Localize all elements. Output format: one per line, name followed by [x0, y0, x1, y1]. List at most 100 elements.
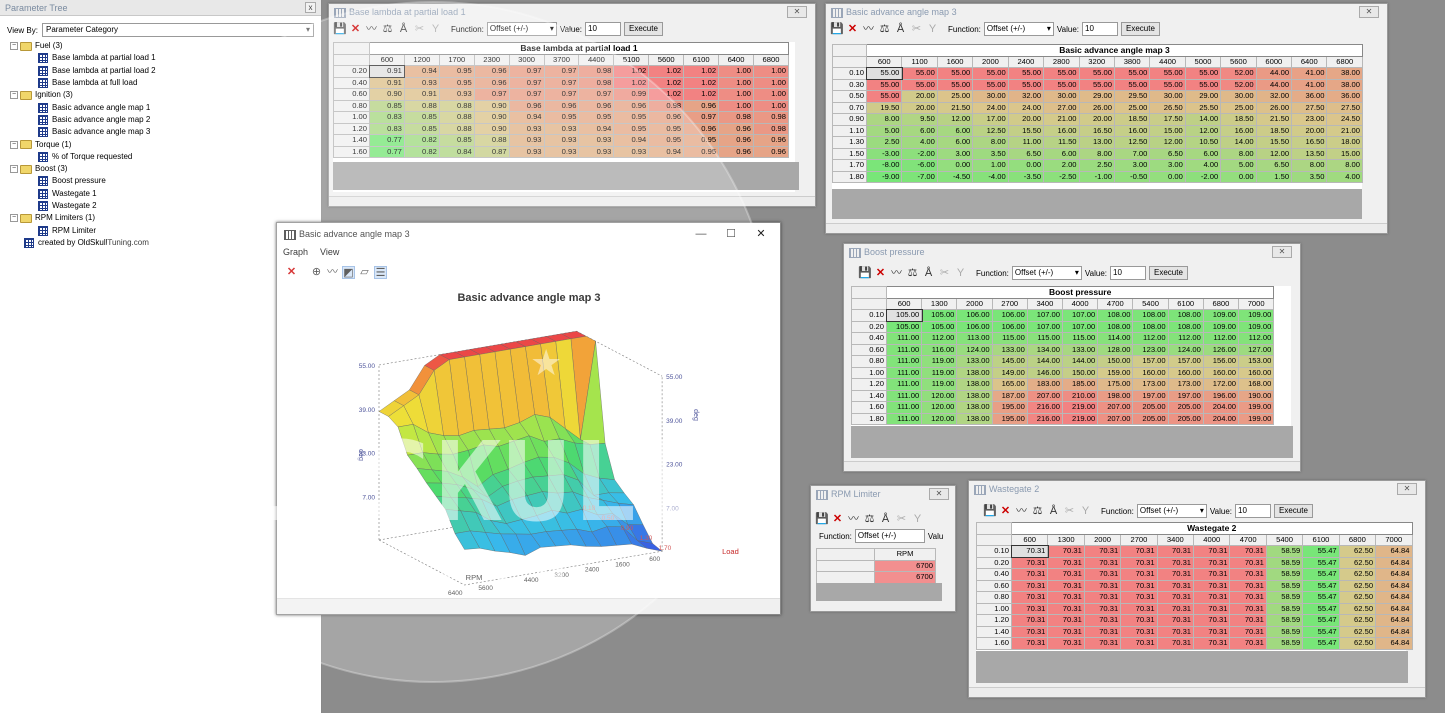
map-cell[interactable]: 1.00: [718, 88, 754, 101]
map-cell[interactable]: 70.31: [1120, 625, 1158, 638]
surface-plot[interactable]: Basic advance angle map 3 55.00 39.00 23.0…: [279, 285, 780, 599]
close-icon[interactable]: x: [305, 2, 316, 13]
map-cell[interactable]: 109.00: [1202, 309, 1240, 322]
tree-node[interactable]: Base lambda at partial load 1: [0, 52, 321, 64]
map-cell[interactable]: 58.59: [1265, 545, 1304, 558]
map-cell[interactable]: 204.00: [1202, 401, 1240, 414]
map-cell[interactable]: 70.31: [1010, 602, 1049, 615]
map-cell[interactable]: 0.97: [508, 65, 545, 78]
close-icon[interactable]: ✕: [929, 488, 949, 500]
map-cell[interactable]: 13.00: [1078, 136, 1115, 149]
map-cell[interactable]: 138.00: [956, 366, 993, 379]
map-cell[interactable]: -8.00: [865, 159, 903, 172]
map-cell[interactable]: 13.50: [1291, 147, 1328, 160]
map-cell[interactable]: 138.00: [956, 378, 993, 391]
map-cell[interactable]: 70.31: [1156, 614, 1195, 627]
map-cell[interactable]: 16.00: [1043, 124, 1080, 137]
tree-node[interactable]: created by OldSkullTuning.com: [0, 237, 321, 249]
map-cell[interactable]: 0.97: [473, 88, 510, 101]
map-cell[interactable]: 183.00: [1026, 378, 1064, 391]
map-cell[interactable]: 187.00: [991, 389, 1028, 402]
map-cell[interactable]: 0.94: [648, 145, 685, 158]
map-cell[interactable]: 107.00: [1026, 309, 1064, 322]
map-cell[interactable]: 0.96: [473, 65, 510, 78]
map-cell[interactable]: 0.98: [752, 122, 790, 135]
map-cell[interactable]: 6.50: [1149, 147, 1186, 160]
map-cell[interactable]: 64.84: [1375, 637, 1413, 650]
map-cell[interactable]: 1.00: [718, 99, 754, 112]
map-cell[interactable]: 70.31: [1010, 568, 1049, 581]
map-cell[interactable]: 0.97: [508, 88, 545, 101]
map-cell[interactable]: 70.31: [1083, 579, 1122, 592]
tree-node[interactable]: − Fuel (3): [0, 40, 321, 52]
map-cell[interactable]: 64.84: [1375, 579, 1413, 592]
map-cell[interactable]: 0.85: [403, 122, 440, 135]
map-cell[interactable]: 70.31: [1156, 568, 1195, 581]
map-cell[interactable]: 70.31: [1120, 614, 1158, 627]
map-cell[interactable]: 58.59: [1265, 568, 1304, 581]
map-cell[interactable]: 55.00: [1043, 67, 1080, 80]
filter-icon[interactable]: Y: [429, 23, 442, 36]
map-cell[interactable]: 0.00: [936, 159, 974, 172]
collapse-icon[interactable]: −: [10, 165, 18, 174]
map-cell[interactable]: 55.00: [1043, 78, 1080, 91]
menu-graph[interactable]: Graph: [283, 245, 308, 259]
map-cell[interactable]: 219.00: [1062, 401, 1099, 414]
tree-node[interactable]: Boost pressure: [0, 175, 321, 187]
value-input[interactable]: 10: [585, 22, 621, 36]
filter-icon[interactable]: Y: [1079, 505, 1092, 518]
map-cell[interactable]: 1.00: [752, 88, 790, 101]
map-cell[interactable]: 41.00: [1291, 78, 1328, 91]
line-graph-icon[interactable]: 〰: [326, 266, 339, 279]
map-cell[interactable]: 0.93: [578, 145, 615, 158]
value-input[interactable]: 10: [1110, 266, 1146, 280]
map-cell[interactable]: 106.00: [956, 309, 993, 322]
map-cell[interactable]: 119.00: [921, 366, 958, 379]
map-cell[interactable]: 1.02: [683, 76, 720, 89]
map-cell[interactable]: 70.31: [1083, 602, 1122, 615]
map-cell[interactable]: 3.50: [972, 147, 1009, 160]
filter-icon[interactable]: Y: [911, 513, 924, 526]
map-cell[interactable]: 70.31: [1193, 637, 1231, 650]
map-cell[interactable]: 0.88: [473, 134, 510, 147]
map-cell[interactable]: 133.00: [956, 355, 993, 368]
map-cell[interactable]: 1.02: [648, 88, 685, 101]
map-cell[interactable]: 21.00: [1043, 113, 1080, 126]
map-cell[interactable]: 64.84: [1375, 545, 1413, 558]
map-cell[interactable]: 120.00: [921, 401, 958, 414]
map-cell[interactable]: 11.00: [1007, 136, 1045, 149]
map-cell[interactable]: 207.00: [1097, 412, 1134, 425]
map-cell[interactable]: 70.31: [1010, 591, 1049, 604]
map-cell[interactable]: 55.00: [865, 78, 903, 91]
map-cell[interactable]: 197.00: [1167, 389, 1204, 402]
map-cell[interactable]: 70.31: [1047, 545, 1085, 558]
map-cell[interactable]: 124.00: [1167, 343, 1204, 356]
tree-node[interactable]: % of Torque requested: [0, 151, 321, 163]
map-cell[interactable]: 1.02: [648, 65, 685, 78]
map-cell[interactable]: 205.00: [1132, 401, 1169, 414]
map-cell[interactable]: 0.91: [369, 76, 405, 89]
map-cell[interactable]: 58.59: [1265, 591, 1304, 604]
map-cell[interactable]: 6.00: [1184, 147, 1222, 160]
map-cell[interactable]: 55.00: [936, 78, 974, 91]
map-cell[interactable]: 16.00: [1113, 124, 1151, 137]
map-cell[interactable]: 70.31: [1047, 556, 1085, 569]
map-cell[interactable]: 62.50: [1338, 614, 1377, 627]
map-cell[interactable]: 0.96: [543, 99, 580, 112]
map-cell[interactable]: 146.00: [1026, 366, 1064, 379]
compare-icon[interactable]: ⚖: [878, 23, 891, 36]
map-cell[interactable]: 44.00: [1255, 67, 1293, 80]
map-cell[interactable]: 124.00: [956, 343, 993, 356]
menu-view[interactable]: View: [320, 245, 339, 259]
map-cell[interactable]: 55.00: [972, 78, 1009, 91]
map-cell[interactable]: 21.00: [1326, 124, 1363, 137]
map-cell[interactable]: 58.59: [1265, 556, 1304, 569]
map-cell[interactable]: 24.00: [972, 101, 1009, 114]
map-cell[interactable]: 108.00: [1132, 320, 1169, 333]
map-cell[interactable]: 1.00: [718, 65, 754, 78]
map-cell[interactable]: 205.00: [1132, 412, 1169, 425]
map-cell[interactable]: 126.00: [1202, 343, 1240, 356]
value-input[interactable]: 10: [1082, 22, 1118, 36]
map-cell[interactable]: 0.94: [508, 111, 545, 124]
map-cell[interactable]: 0.95: [543, 111, 580, 124]
